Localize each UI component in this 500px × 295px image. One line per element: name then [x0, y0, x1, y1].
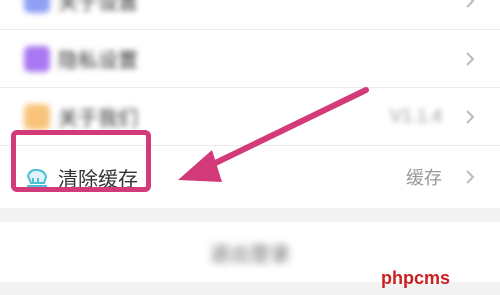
annotation-arrow [178, 87, 369, 182]
watermark: phpcms [380, 268, 450, 288]
